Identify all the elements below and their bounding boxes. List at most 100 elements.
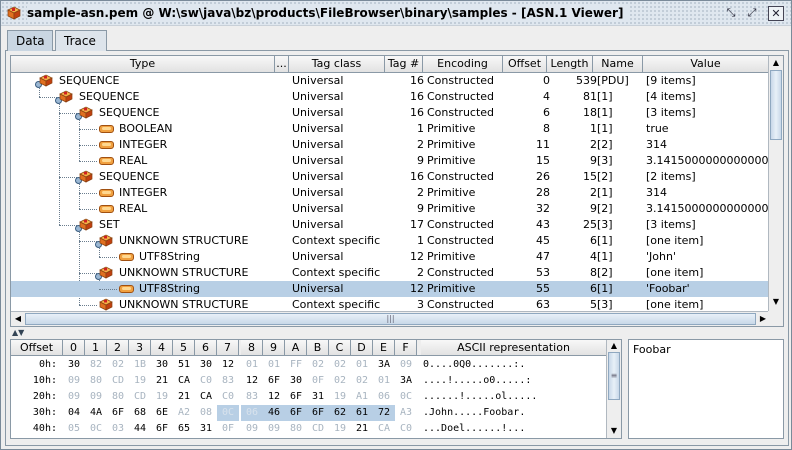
hex-byte[interactable]: 06 [373, 389, 395, 405]
minimize-button[interactable]: ⤡ [723, 6, 739, 21]
hex-byte[interactable]: 03 [107, 421, 129, 437]
hex-col-ascii[interactable]: ASCII representation [421, 340, 607, 355]
scroll-up-arrow-icon[interactable]: ▲ [771, 58, 781, 68]
hex-byte[interactable]: 01 [351, 357, 373, 373]
hex-byte[interactable]: 21 [151, 373, 173, 389]
hex-byte[interactable]: 0C [85, 421, 107, 437]
table-horizontal-scrollbar[interactable]: ◀ ||| ▶ [11, 311, 769, 326]
hex-byte[interactable]: 19 [329, 421, 351, 437]
hex-byte[interactable]: 0F [217, 421, 239, 437]
hex-byte[interactable]: 6F [263, 373, 285, 389]
hex-vscroll-thumb[interactable]: ≡ [608, 352, 620, 400]
hex-byte[interactable]: CD [107, 373, 129, 389]
hex-byte[interactable]: 82 [85, 357, 107, 373]
tab-data[interactable]: Data [7, 30, 53, 52]
hex-byte[interactable]: C0 [217, 389, 239, 405]
hex-byte[interactable]: 30 [151, 357, 173, 373]
hex-scroll-down-arrow-icon[interactable]: ▼ [609, 426, 619, 436]
hex-byte[interactable]: 12 [241, 373, 263, 389]
hex-byte[interactable]: 30 [195, 357, 217, 373]
hex-row[interactable]: 20h: 09 09 80 CD 19 21 CA C0 83 12 6F 31 19 A1 06 0C....… [11, 389, 607, 405]
horizontal-splitter[interactable]: ▲▼ [10, 328, 784, 337]
hex-byte[interactable]: 19 [151, 389, 173, 405]
table-row[interactable]: SEQUENCE Universal 16 Constructed 4 81 [1] [4 i… [11, 89, 769, 105]
hex-col-f[interactable]: F [395, 340, 417, 355]
hex-col-3[interactable]: 3 [129, 340, 151, 355]
table-row[interactable]: REAL Universal 9 Primitive 15 9 [3] 3.141500000… [11, 153, 769, 169]
hex-byte[interactable]: A1 [351, 389, 373, 405]
table-row[interactable]: SET Universal 17 Constructed 43 25 [3] [3 items… [11, 217, 769, 233]
hex-row[interactable]: 30h: 04 4A 6F 68 6E A2 08 0C 06 46 6F 6F 62 61 72 A3 .Joh… [11, 405, 607, 421]
col-tag-number[interactable]: Tag # [385, 56, 423, 72]
hex-byte[interactable]: 12 [263, 389, 285, 405]
hex-col-c[interactable]: C [329, 340, 351, 355]
table-row[interactable]: REAL Universal 9 Primitive 32 9 [2] 3.141500000… [11, 201, 769, 217]
hex-col-d[interactable]: D [351, 340, 373, 355]
hex-row[interactable]: 0h: 30 82 02 1B 30 51 30 12 01 01 FF 02 02 01 3A 09 0....… [11, 357, 607, 373]
hex-byte[interactable]: 6F [285, 405, 307, 421]
table-vertical-scrollbar[interactable]: ▲ ▼ [768, 56, 783, 311]
hex-col-4[interactable]: 4 [151, 340, 173, 355]
hex-col-e[interactable]: E [373, 340, 395, 355]
hex-byte[interactable]: 09 [263, 421, 285, 437]
hex-byte[interactable]: 09 [241, 421, 263, 437]
hex-byte[interactable]: 19 [329, 389, 351, 405]
hex-byte[interactable]: 3A [395, 373, 417, 389]
table-row[interactable]: UTF8String Universal 12 Primitive 47 4 [1] 'Joh… [11, 249, 769, 265]
hex-byte[interactable]: CD [307, 421, 329, 437]
hex-byte[interactable]: 01 [241, 357, 263, 373]
text-preview[interactable]: Foobar [628, 339, 784, 439]
hex-col-2[interactable]: 2 [107, 340, 129, 355]
table-row[interactable]: INTEGER Universal 2 Primitive 28 2 [1] 314 [11, 185, 769, 201]
table-row[interactable]: UNKNOWN STRUCTURE Context specific 1 Constr… [11, 233, 769, 249]
hex-byte[interactable]: 6F [151, 421, 173, 437]
hex-byte[interactable]: FF [285, 357, 307, 373]
hex-col-9[interactable]: 9 [263, 340, 285, 355]
hex-byte[interactable]: 80 [285, 421, 307, 437]
close-button[interactable]: ✕ [768, 6, 784, 21]
hex-col-0[interactable]: 0 [63, 340, 85, 355]
hex-byte[interactable]: 3A [373, 357, 395, 373]
hex-row[interactable]: 10h: 09 80 CD 19 21 CA C0 83 12 6F 30 0F 02 02 01 3A....… [11, 373, 607, 389]
hex-byte[interactable]: 12 [217, 357, 239, 373]
hex-byte[interactable]: 31 [307, 389, 329, 405]
hex-row[interactable]: 40h: 05 0C 03 44 6F 65 31 0F 09 09 80 CD 19 21 CA C0 ...D… [11, 421, 607, 437]
hex-byte[interactable]: 02 [307, 357, 329, 373]
hex-byte[interactable]: 51 [173, 357, 195, 373]
hex-byte[interactable]: 05 [63, 421, 85, 437]
hex-byte[interactable]: 30 [63, 357, 85, 373]
hex-byte[interactable]: C0 [195, 373, 217, 389]
hex-byte[interactable]: 62 [329, 405, 351, 421]
hex-byte[interactable]: 01 [373, 373, 395, 389]
hex-byte[interactable]: 09 [85, 389, 107, 405]
hex-byte[interactable]: 80 [85, 373, 107, 389]
hex-byte[interactable]: 02 [329, 357, 351, 373]
hex-col-6[interactable]: 6 [195, 340, 217, 355]
hex-col-1[interactable]: 1 [85, 340, 107, 355]
hex-byte[interactable]: 21 [351, 421, 373, 437]
hex-byte[interactable]: 6F [285, 389, 307, 405]
col-tag-class[interactable]: Tag class [289, 56, 385, 72]
table-row[interactable]: SEQUENCE Universal 16 Constructed 6 18 [1] [3 i… [11, 105, 769, 121]
table-row[interactable]: SEQUENCE Universal 16 Constructed 0 539 [PDU] [… [11, 73, 769, 89]
col-length[interactable]: Length [547, 56, 593, 72]
col-offset[interactable]: Offset [503, 56, 547, 72]
hex-col-a[interactable]: A [285, 340, 307, 355]
restore-button[interactable]: ⤢ [744, 6, 760, 21]
hex-vertical-scrollbar[interactable]: ▲ ≡ ▼ [606, 340, 621, 438]
hex-byte[interactable]: 02 [329, 373, 351, 389]
hex-byte[interactable]: CA [173, 373, 195, 389]
hex-byte[interactable]: 30 [285, 373, 307, 389]
table-vscroll-thumb[interactable] [770, 70, 782, 140]
hex-byte[interactable]: 6F [107, 405, 129, 421]
hex-byte[interactable]: 80 [107, 389, 129, 405]
hex-col-5[interactable]: 5 [173, 340, 195, 355]
hex-byte[interactable]: 83 [241, 389, 263, 405]
col-more[interactable]: ... [275, 56, 289, 72]
table-row[interactable]: BOOLEAN Universal 1 Primitive 8 1 [1] true [11, 121, 769, 137]
hex-col-8[interactable]: 8 [241, 340, 263, 355]
col-encoding[interactable]: Encoding [423, 56, 503, 72]
hex-col-offset[interactable]: Offset [11, 340, 63, 355]
hex-byte[interactable]: 02 [351, 373, 373, 389]
hex-byte[interactable]: 61 [351, 405, 373, 421]
